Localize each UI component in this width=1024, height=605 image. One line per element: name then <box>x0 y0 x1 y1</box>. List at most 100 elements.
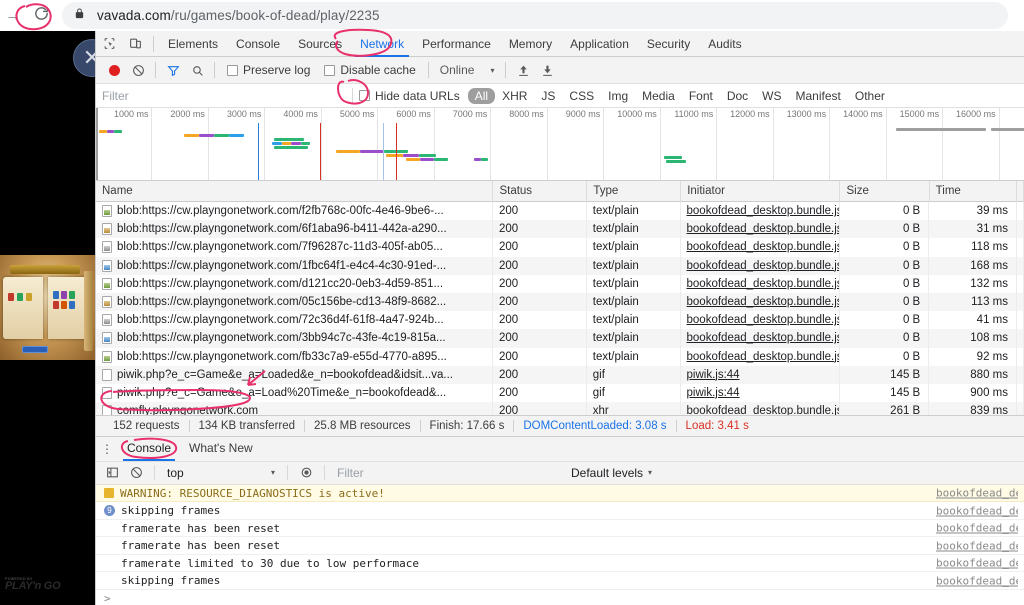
requests-table-body[interactable]: blob:https://cw.playngonetwork.com/f2fb7… <box>96 202 1024 415</box>
type-tab-manifest[interactable]: Manifest <box>789 88 848 104</box>
type-tab-media[interactable]: Media <box>635 88 682 104</box>
reload-icon[interactable] <box>26 5 56 26</box>
export-har-icon[interactable] <box>535 58 559 82</box>
column-header-size[interactable]: Size <box>840 181 929 202</box>
cell-name[interactable]: blob:https://cw.playngonetwork.com/d121c… <box>96 275 493 293</box>
table-row[interactable]: blob:https://cw.playngonetwork.com/7f962… <box>96 238 1024 256</box>
tab-console[interactable]: Console <box>227 31 289 57</box>
initiator-link[interactable]: piwik.js:44 <box>687 369 740 381</box>
console-message[interactable]: skipping framesbookofdead_desk <box>96 572 1024 590</box>
throttling-select[interactable]: Online ▾ <box>434 63 501 77</box>
console-messages[interactable]: WARNING: RESOURCE_DIAGNOSTICS is active!… <box>96 485 1024 605</box>
console-source-link[interactable]: bookofdead_desk <box>936 539 1018 552</box>
cell-initiator[interactable]: bookofdead_desktop.bundle.js:1 <box>681 257 840 275</box>
import-har-icon[interactable] <box>511 58 535 82</box>
column-header-type[interactable]: Type <box>587 181 681 202</box>
type-tab-all[interactable]: All <box>468 88 495 104</box>
cell-initiator[interactable]: piwik.js:44 <box>681 366 840 384</box>
type-tab-xhr[interactable]: XHR <box>495 88 534 104</box>
filter-funnel-icon[interactable] <box>161 58 185 82</box>
cell-name[interactable]: blob:https://cw.playngonetwork.com/05c15… <box>96 293 493 311</box>
table-row[interactable]: blob:https://cw.playngonetwork.com/3bb94… <box>96 329 1024 347</box>
cell-name[interactable]: piwik.php?e_c=Game&e_a=Loaded&e_n=bookof… <box>96 366 493 384</box>
cell-name[interactable]: blob:https://cw.playngonetwork.com/f2fb7… <box>96 202 493 220</box>
console-source-link[interactable]: bookofdead_desk <box>936 557 1018 570</box>
game-canvas[interactable] <box>0 255 95 360</box>
cell-name[interactable]: blob:https://cw.playngonetwork.com/3bb94… <box>96 329 493 347</box>
address-bar[interactable]: vavada.com/ru/games/book-of-dead/play/22… <box>62 2 1008 29</box>
console-filter-input[interactable] <box>331 466 561 480</box>
preserve-log-checkbox[interactable]: Preserve log <box>220 63 317 77</box>
console-prompt[interactable]: > <box>96 590 1024 605</box>
cell-name[interactable]: comfly.playngonetwork.com <box>96 402 493 415</box>
cell-initiator[interactable]: piwik.js:44 <box>681 384 840 402</box>
initiator-link[interactable]: bookofdead_desktop.bundle.js:1 <box>687 405 840 415</box>
column-header-status[interactable]: Status <box>493 181 587 202</box>
drawer-tab-console[interactable]: Console <box>118 436 180 461</box>
initiator-link[interactable]: bookofdead_desktop.bundle.js:1 <box>687 223 840 235</box>
cell-name[interactable]: blob:https://cw.playngonetwork.com/7f962… <box>96 238 493 256</box>
console-source-link[interactable]: bookofdead_desk <box>936 574 1018 587</box>
table-row[interactable]: piwik.php?e_c=Game&e_a=Load%20Time&e_n=b… <box>96 384 1024 402</box>
tab-network[interactable]: Network <box>351 31 413 57</box>
cell-name[interactable]: blob:https://cw.playngonetwork.com/1fbc6… <box>96 257 493 275</box>
clear-console-icon[interactable] <box>124 461 148 485</box>
table-row[interactable]: blob:https://cw.playngonetwork.com/1fbc6… <box>96 257 1024 275</box>
console-source-link[interactable]: bookofdead_desk <box>936 487 1018 500</box>
column-header-name[interactable]: Name <box>96 181 493 202</box>
cell-initiator[interactable]: bookofdead_desktop.bundle.js:1 <box>681 348 840 366</box>
network-filter-input[interactable] <box>96 84 346 108</box>
column-header-waterfall[interactable]: Waterfall <box>1017 181 1024 202</box>
console-source-link[interactable]: bookofdead_desk <box>936 522 1018 535</box>
type-tab-ws[interactable]: WS <box>755 88 788 104</box>
inspect-element-icon[interactable] <box>96 31 122 57</box>
record-stop-icon[interactable] <box>102 58 126 82</box>
live-expression-icon[interactable] <box>294 461 318 485</box>
initiator-link[interactable]: bookofdead_desktop.bundle.js:1 <box>687 205 840 217</box>
column-header-initiator[interactable]: Initiator <box>681 181 840 202</box>
initiator-link[interactable]: piwik.js:44 <box>687 387 740 399</box>
cell-initiator[interactable]: bookofdead_desktop.bundle.js:1 <box>681 293 840 311</box>
cell-initiator[interactable]: bookofdead_desktop.bundle.js:1 <box>681 275 840 293</box>
type-tab-other[interactable]: Other <box>848 88 892 104</box>
tab-security[interactable]: Security <box>638 31 699 57</box>
cell-name[interactable]: blob:https://cw.playngonetwork.com/6f1ab… <box>96 220 493 238</box>
initiator-link[interactable]: bookofdead_desktop.bundle.js:1 <box>687 278 840 290</box>
console-message[interactable]: framerate limited to 30 due to low perfo… <box>96 555 1024 573</box>
tab-audits[interactable]: Audits <box>699 31 750 57</box>
close-icon[interactable]: ✕ <box>73 39 95 77</box>
console-levels-select[interactable]: Default levels ▾ <box>571 466 652 480</box>
disable-cache-checkbox[interactable]: Disable cache <box>317 63 422 77</box>
initiator-link[interactable]: bookofdead_desktop.bundle.js:1 <box>687 241 840 253</box>
device-toolbar-icon[interactable] <box>122 31 148 57</box>
cell-initiator[interactable]: bookofdead_desktop.bundle.js:1 <box>681 202 840 220</box>
cell-name[interactable]: piwik.php?e_c=Game&e_a=Load%20Time&e_n=b… <box>96 384 493 402</box>
table-row[interactable]: piwik.php?e_c=Game&e_a=Loaded&e_n=bookof… <box>96 366 1024 384</box>
table-row[interactable]: blob:https://cw.playngonetwork.com/05c15… <box>96 293 1024 311</box>
forward-arrow-icon[interactable]: → <box>0 8 26 24</box>
tab-elements[interactable]: Elements <box>159 31 227 57</box>
network-overview-timeline[interactable]: 1000 ms2000 ms3000 ms4000 ms5000 ms6000 … <box>96 108 1024 181</box>
console-message[interactable]: WARNING: RESOURCE_DIAGNOSTICS is active!… <box>96 485 1024 503</box>
table-row[interactable]: blob:https://cw.playngonetwork.com/d121c… <box>96 275 1024 293</box>
initiator-link[interactable]: bookofdead_desktop.bundle.js:1 <box>687 296 840 308</box>
cell-initiator[interactable]: bookofdead_desktop.bundle.js:1 <box>681 329 840 347</box>
tab-sources[interactable]: Sources <box>289 31 351 57</box>
console-message[interactable]: framerate has been resetbookofdead_desk <box>96 520 1024 538</box>
cell-name[interactable]: blob:https://cw.playngonetwork.com/fb33c… <box>96 348 493 366</box>
search-icon[interactable] <box>185 58 209 82</box>
column-header-time[interactable]: Time <box>930 181 1017 202</box>
more-options-icon[interactable]: ⋮ <box>96 442 118 456</box>
tab-memory[interactable]: Memory <box>500 31 561 57</box>
type-tab-img[interactable]: Img <box>601 88 635 104</box>
hide-data-urls-checkbox[interactable]: Hide data URLs <box>359 89 460 103</box>
console-message[interactable]: 9skipping framesbookofdead_desk <box>96 502 1024 520</box>
table-row[interactable]: blob:https://cw.playngonetwork.com/6f1ab… <box>96 220 1024 238</box>
show-console-sidebar-icon[interactable] <box>100 461 124 485</box>
type-tab-css[interactable]: CSS <box>562 88 601 104</box>
initiator-link[interactable]: bookofdead_desktop.bundle.js:1 <box>687 332 840 344</box>
console-message[interactable]: framerate has been resetbookofdead_desk <box>96 537 1024 555</box>
table-row[interactable]: blob:https://cw.playngonetwork.com/f2fb7… <box>96 202 1024 220</box>
paytable-next-button[interactable] <box>22 346 48 353</box>
initiator-link[interactable]: bookofdead_desktop.bundle.js:1 <box>687 351 840 363</box>
